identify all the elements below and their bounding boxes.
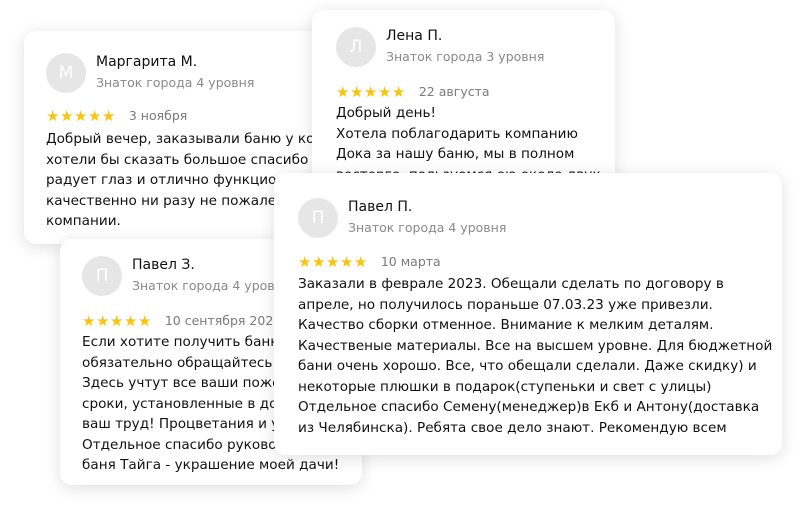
star-icon: ★ (95, 312, 110, 330)
review-date: 3 ноября (128, 108, 188, 123)
avatar[interactable]: Л (336, 27, 376, 67)
star-icon: ★ (349, 83, 364, 101)
star-icon: ★ (73, 107, 88, 125)
review-date: 22 августа (418, 84, 490, 99)
reviewer-name[interactable]: Павел З. (132, 257, 195, 273)
star-icon: ★ (363, 83, 378, 101)
avatar[interactable]: П (82, 256, 122, 296)
star-rating: ★★★★★ (82, 311, 152, 330)
review-date: 10 марта (380, 254, 441, 269)
review-rating: ★★★★★ 22 августа (336, 81, 490, 101)
star-icon: ★ (123, 312, 138, 330)
review-card: Л Лена П. Знаток города 3 уровня ★★★★★ 2… (312, 10, 615, 198)
star-icon: ★ (137, 312, 152, 330)
star-icon: ★ (109, 312, 124, 330)
review-card: П Павел П. Знаток города 4 уровня ★★★★★ … (274, 173, 782, 455)
star-icon: ★ (353, 253, 368, 271)
star-icon: ★ (298, 253, 312, 271)
reviewer-level: Знаток города 4 уровня (348, 220, 507, 235)
reviewer-level: Знаток города 4 уровня (96, 75, 255, 90)
star-rating: ★★★★★ (298, 252, 368, 271)
star-icon: ★ (336, 83, 350, 101)
star-icon: ★ (59, 107, 74, 125)
avatar[interactable]: М (46, 53, 86, 93)
reviewer-name[interactable]: Лена П. (386, 28, 442, 44)
review-text: Добрый день! Хотела поблагодарить компан… (336, 105, 601, 175)
reviewer-level: Знаток города 4 уровня (132, 278, 291, 293)
star-icon: ★ (391, 83, 406, 101)
star-icon: ★ (82, 312, 96, 330)
reviewer-level: Знаток города 3 уровня (386, 49, 545, 64)
reviewer-name[interactable]: Маргарита М. (96, 54, 197, 70)
reviewer-name[interactable]: Павел П. (348, 199, 412, 215)
star-icon: ★ (339, 253, 354, 271)
review-rating: ★★★★★ 3 ноября (46, 105, 188, 125)
avatar[interactable]: П (298, 198, 338, 238)
star-icon: ★ (101, 107, 116, 125)
star-icon: ★ (325, 253, 340, 271)
star-icon: ★ (311, 253, 326, 271)
star-rating: ★★★★★ (46, 106, 116, 125)
review-rating: ★★★★★ 10 сентября 2022 (82, 310, 282, 330)
review-date: 10 сентября 2022 (164, 313, 282, 328)
star-icon: ★ (87, 107, 102, 125)
review-rating: ★★★★★ 10 марта (298, 251, 441, 271)
star-icon: ★ (46, 107, 60, 125)
star-icon: ★ (377, 83, 392, 101)
review-text: Заказали в феврале 2023. Обещали сделать… (298, 276, 773, 436)
star-rating: ★★★★★ (336, 82, 406, 101)
